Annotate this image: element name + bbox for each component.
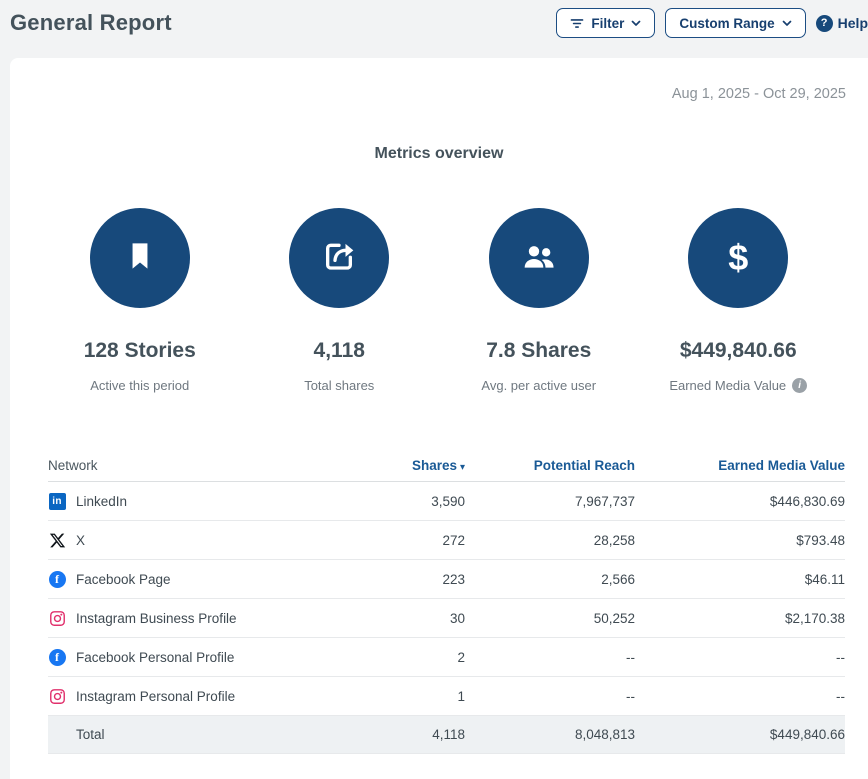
total-label: Total <box>48 727 323 742</box>
network-cell: X <box>48 531 323 549</box>
facebook-icon: f <box>48 648 66 666</box>
shares-value: 1 <box>323 689 465 704</box>
shares-header-label: Shares <box>412 458 457 473</box>
network-table: Network Shares▾ Potential Reach Earned M… <box>48 450 845 754</box>
custom-range-button[interactable]: Custom Range <box>665 8 805 38</box>
metric-card: 4,118 Total shares <box>240 208 440 393</box>
shares-value: 2 <box>323 650 465 665</box>
emv-value: $793.48 <box>635 533 845 548</box>
emv-value: -- <box>635 650 845 665</box>
metric-label-text: Total shares <box>304 378 374 393</box>
column-header-earned-media-value[interactable]: Earned Media Value <box>635 458 845 473</box>
metric-card: 128 Stories Active this period <box>40 208 240 393</box>
chevron-down-icon <box>782 20 792 27</box>
metrics-row: 128 Stories Active this period 4,118 Tot… <box>40 208 838 393</box>
instagram-icon <box>48 609 66 627</box>
metric-label-text: Active this period <box>90 378 189 393</box>
metric-icon-circle: $ <box>688 208 788 308</box>
metric-label: Total shares <box>304 378 374 393</box>
info-icon[interactable]: i <box>792 378 807 393</box>
instagram-icon <box>48 687 66 705</box>
users-icon <box>519 236 559 281</box>
top-bar-actions: Filter Custom Range ? Help <box>556 8 868 38</box>
table-row: f Facebook Personal Profile 2 -- -- <box>48 638 845 677</box>
reach-value: 28,258 <box>465 533 635 548</box>
metric-value: 7.8 Shares <box>486 339 591 363</box>
network-name: X <box>76 533 85 548</box>
metric-value: 4,118 <box>314 339 365 363</box>
metric-card: $ $449,840.66 Earned Media Value i <box>639 208 839 393</box>
date-range: Aug 1, 2025 - Oct 29, 2025 <box>10 58 868 102</box>
network-cell: Instagram Personal Profile <box>48 687 323 705</box>
reach-value: -- <box>465 689 635 704</box>
column-header-potential-reach[interactable]: Potential Reach <box>465 458 635 473</box>
x-icon <box>48 531 66 549</box>
custom-range-label: Custom Range <box>679 16 774 31</box>
network-name: Instagram Personal Profile <box>76 689 235 704</box>
network-name: LinkedIn <box>76 494 127 509</box>
metric-label: Avg. per active user <box>481 378 596 393</box>
network-name: Instagram Business Profile <box>76 611 237 626</box>
top-bar: General Report Filter Custom Range ? Hel… <box>0 0 868 58</box>
help-label: Help <box>838 15 868 31</box>
filter-icon <box>570 17 584 30</box>
metric-label: Active this period <box>90 378 189 393</box>
share-icon <box>319 236 359 281</box>
metric-card: 7.8 Shares Avg. per active user <box>439 208 639 393</box>
metric-value: $449,840.66 <box>680 339 797 363</box>
total-reach: 8,048,813 <box>465 727 635 742</box>
emv-value: -- <box>635 689 845 704</box>
shares-value: 223 <box>323 572 465 587</box>
facebook-icon: f <box>48 570 66 588</box>
reach-value: 2,566 <box>465 572 635 587</box>
table-row: f Facebook Page 223 2,566 $46.11 <box>48 560 845 599</box>
column-header-shares[interactable]: Shares▾ <box>323 458 465 473</box>
network-cell: f Facebook Personal Profile <box>48 648 323 666</box>
emv-value: $446,830.69 <box>635 494 845 509</box>
metric-icon-circle <box>489 208 589 308</box>
total-row: Total 4,118 8,048,813 $449,840.66 <box>48 716 845 754</box>
filter-button[interactable]: Filter <box>556 8 655 38</box>
metrics-overview-title: Metrics overview <box>10 145 868 163</box>
help-link[interactable]: ? Help <box>816 15 868 32</box>
total-shares: 4,118 <box>323 727 465 742</box>
column-header-network: Network <box>48 458 323 473</box>
page-title: General Report <box>10 10 172 36</box>
reach-value: 50,252 <box>465 611 635 626</box>
reach-value: -- <box>465 650 635 665</box>
metric-value: 128 Stories <box>84 339 196 363</box>
table-header-row: Network Shares▾ Potential Reach Earned M… <box>48 450 845 482</box>
emv-value: $46.11 <box>635 572 845 587</box>
reach-value: 7,967,737 <box>465 494 635 509</box>
shares-value: 3,590 <box>323 494 465 509</box>
network-cell: in LinkedIn <box>48 492 323 510</box>
network-name: Facebook Page <box>76 572 171 587</box>
table-row: X 272 28,258 $793.48 <box>48 521 845 560</box>
table-row: Instagram Personal Profile 1 -- -- <box>48 677 845 716</box>
metric-icon-circle <box>289 208 389 308</box>
chevron-down-icon <box>631 20 641 27</box>
question-mark-icon: ? <box>816 15 833 32</box>
metric-icon-circle <box>90 208 190 308</box>
linkedin-icon: in <box>48 492 66 510</box>
dollar-icon: $ <box>728 240 748 276</box>
emv-value: $2,170.38 <box>635 611 845 626</box>
shares-value: 30 <box>323 611 465 626</box>
shares-value: 272 <box>323 533 465 548</box>
bookmark-icon <box>121 237 159 280</box>
metric-label-text: Earned Media Value <box>669 378 786 393</box>
filter-button-label: Filter <box>591 16 624 31</box>
report-card: Aug 1, 2025 - Oct 29, 2025 Metrics overv… <box>10 58 868 779</box>
metric-label-text: Avg. per active user <box>481 378 596 393</box>
network-cell: Instagram Business Profile <box>48 609 323 627</box>
table-row: Instagram Business Profile 30 50,252 $2,… <box>48 599 845 638</box>
network-name: Facebook Personal Profile <box>76 650 234 665</box>
table-row: in LinkedIn 3,590 7,967,737 $446,830.69 <box>48 482 845 521</box>
total-emv: $449,840.66 <box>635 727 845 742</box>
metric-label: Earned Media Value i <box>669 378 807 393</box>
network-table-body: in LinkedIn 3,590 7,967,737 $446,830.69 … <box>48 482 845 716</box>
network-cell: f Facebook Page <box>48 570 323 588</box>
